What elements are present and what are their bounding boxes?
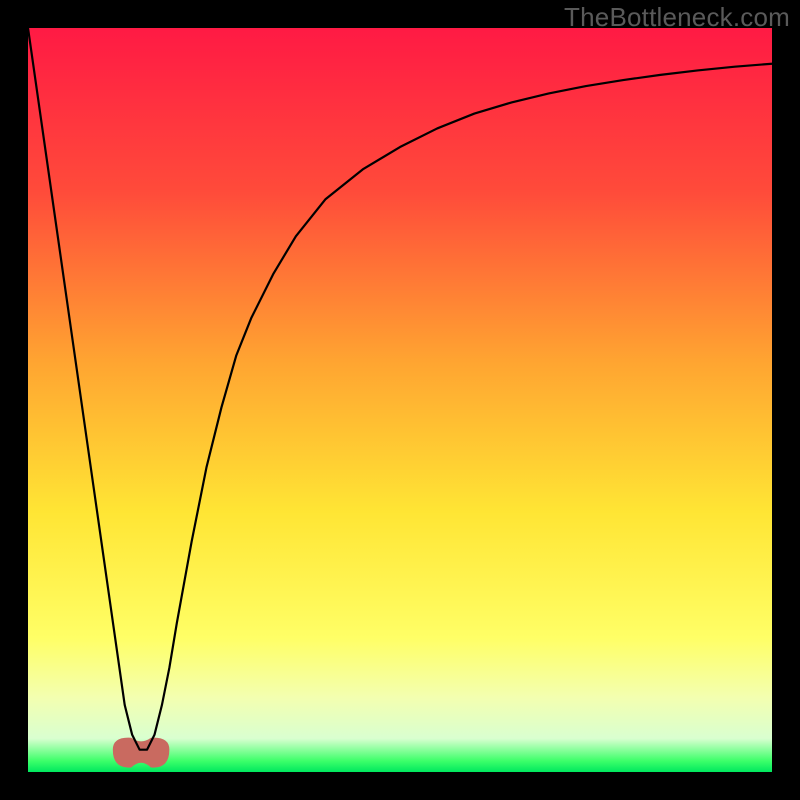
chart-canvas xyxy=(28,28,772,772)
plot-area xyxy=(28,28,772,772)
watermark-text: TheBottleneck.com xyxy=(564,2,790,33)
chart-frame: TheBottleneck.com xyxy=(0,0,800,800)
gradient-background xyxy=(28,28,772,772)
